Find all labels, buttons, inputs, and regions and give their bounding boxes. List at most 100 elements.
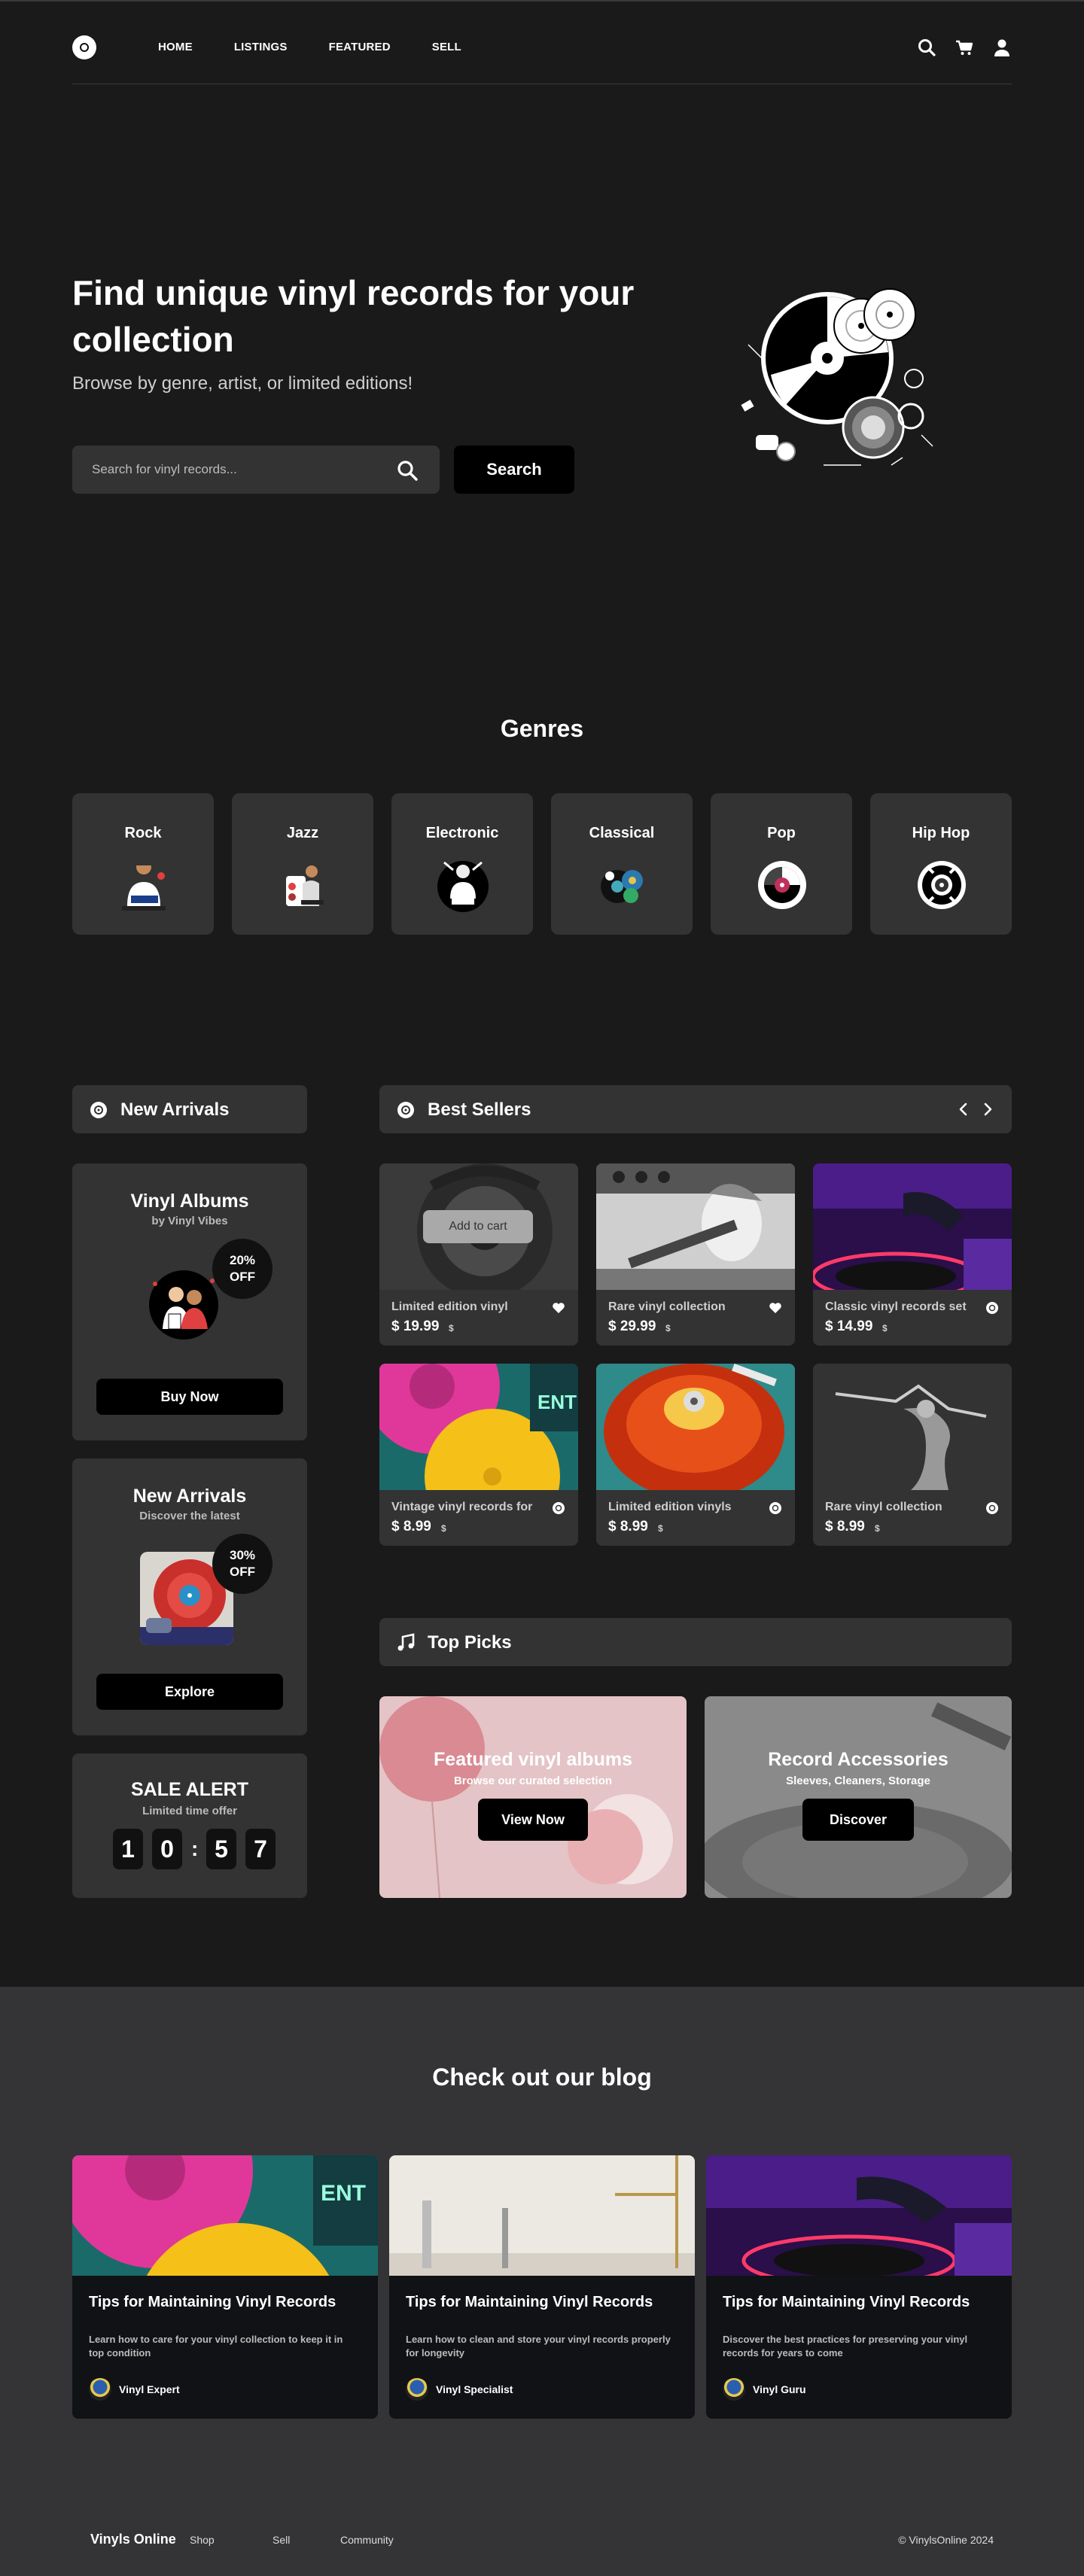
disc-icon[interactable] [985, 1501, 1000, 1516]
product-name: Classic vinyl records set [825, 1300, 967, 1313]
disc-icon[interactable] [768, 1501, 783, 1516]
sale-title: SALE ALERT [130, 1779, 249, 1800]
disc-icon[interactable] [551, 1501, 566, 1516]
blog-author: Vinyl Guru [723, 2378, 806, 2401]
discount-off: OFF [230, 1270, 255, 1284]
chevron-right-icon[interactable] [980, 1100, 995, 1118]
top-border [0, 0, 1084, 2]
search-input[interactable] [72, 446, 440, 494]
genre-card-jazz[interactable]: Jazz [232, 793, 373, 935]
svg-text:ENT: ENT [321, 2181, 366, 2206]
avatar [406, 2378, 428, 2401]
discover-button[interactable]: Discover [802, 1799, 914, 1841]
genre-card-rock[interactable]: Rock [72, 793, 214, 935]
avatar [89, 2378, 111, 2401]
navbar: HOME LISTINGS FEATURED SELL [72, 30, 1012, 84]
best-sellers-header: Best Sellers [379, 1085, 1012, 1133]
promo-title: Vinyl Albums [130, 1191, 249, 1212]
blog-author: Vinyl Specialist [406, 2378, 513, 2401]
genre-card-electronic[interactable]: Electronic [391, 793, 533, 935]
search-icon[interactable] [917, 38, 936, 57]
product-grid: Add to cart Limited edition vinyl $ 19.9… [379, 1163, 1012, 1546]
blog-post-title: Tips for Maintaining Vinyl Records [723, 2294, 970, 2310]
disc-icon[interactable] [985, 1300, 1000, 1315]
timer-separator: : [191, 1837, 199, 1860]
nav-link-home[interactable]: HOME [158, 41, 193, 53]
sale-subtitle: Limited time offer [142, 1805, 237, 1817]
product-card[interactable]: Classic vinyl records set $ 14.99 $ [813, 1163, 1012, 1346]
product-currency: $ [665, 1323, 671, 1334]
blog-author: Vinyl Expert [89, 2378, 180, 2401]
promo-title: New Arrivals [132, 1486, 247, 1507]
product-image [596, 1163, 795, 1290]
blog-card[interactable]: Tips for Maintaining Vinyl Records Learn… [389, 2155, 695, 2419]
section-heading: Best Sellers [428, 1099, 531, 1120]
product-currency: $ [449, 1323, 454, 1334]
hero-title: Find unique vinyl records for your colle… [72, 273, 635, 359]
blog-image: ENT [72, 2155, 378, 2419]
product-price: $ 8.99 [825, 1519, 865, 1534]
buy-now-button[interactable]: Buy Now [96, 1379, 283, 1415]
view-now-button[interactable]: View Now [478, 1799, 588, 1841]
footer-brand: Vinyls Online [90, 2532, 176, 2547]
promo-subtitle: Discover the latest [139, 1510, 240, 1522]
section-heading: Top Picks [428, 1632, 512, 1653]
chevron-left-icon[interactable] [956, 1100, 971, 1118]
blog-card[interactable]: ENT Tips for Maintaining Vinyl Records L… [72, 2155, 378, 2419]
genre-name: Pop [767, 825, 796, 841]
logo-disc-icon[interactable] [72, 35, 96, 59]
product-currency: $ [882, 1323, 888, 1334]
product-name: Limited edition vinyl [391, 1300, 508, 1313]
product-image [813, 1163, 1012, 1301]
genre-card-hip-hop[interactable]: Hip Hop [870, 793, 1012, 935]
section-heading: New Arrivals [120, 1099, 230, 1120]
genre-card-classical[interactable]: Classical [551, 793, 693, 935]
cart-icon[interactable] [955, 38, 974, 57]
search-button[interactable]: Search [454, 446, 574, 494]
product-name: Rare vinyl collection [825, 1501, 942, 1513]
search-icon[interactable] [396, 459, 419, 482]
product-card[interactable]: Rare vinyl collection $ 29.99 $ [596, 1163, 795, 1346]
blog-post-description: Learn how to clean and store your vinyl … [406, 2334, 671, 2359]
pick-subtitle: Sleeves, Cleaners, Storage [786, 1775, 930, 1787]
blog-card[interactable]: Tips for Maintaining Vinyl Records Disco… [706, 2155, 1012, 2419]
explore-button[interactable]: Explore [96, 1674, 283, 1710]
timer-digit: 0 [152, 1829, 182, 1869]
avatar [723, 2378, 745, 2401]
blog-post-title: Tips for Maintaining Vinyl Records [89, 2294, 336, 2310]
heart-icon[interactable] [551, 1300, 566, 1315]
product-price: $ 14.99 [825, 1318, 873, 1334]
genre-card-pop[interactable]: Pop [711, 793, 852, 935]
footer-link-sell[interactable]: Sell [273, 2534, 290, 2546]
new-arrivals-promo: New Arrivals Discover the latest 30% OFF … [72, 1458, 307, 1735]
vinyl-illustration [741, 284, 944, 473]
discount-percent: 20% [229, 1253, 256, 1267]
product-card[interactable]: Limited edition vinyls $ 8.99 $ [596, 1364, 795, 1546]
pick-title: Featured vinyl albums [434, 1749, 632, 1770]
product-card[interactable]: ENT Vintage vinyl records for $ 8.99 $ [379, 1364, 578, 1546]
product-card[interactable]: Add to cart Limited edition vinyl $ 19.9… [379, 1163, 578, 1346]
product-currency: $ [875, 1523, 880, 1534]
dj-icon [435, 853, 491, 914]
nav-link-featured[interactable]: FEATURED [329, 41, 391, 53]
user-icon[interactable] [992, 38, 1012, 57]
footer-link-community[interactable]: Community [340, 2534, 394, 2546]
footer-link-shop[interactable]: Shop [190, 2534, 215, 2546]
music-note-icon [396, 1633, 416, 1653]
author-name: Vinyl Guru [753, 2383, 806, 2395]
balloons-background [379, 1696, 687, 1898]
timer-digit: 7 [245, 1829, 276, 1869]
featured-albums-card[interactable]: Featured vinyl albums Browse our curated… [379, 1696, 687, 1898]
jazz-player-icon [276, 853, 331, 914]
product-card[interactable]: Rare vinyl collection $ 8.99 $ [813, 1364, 1012, 1546]
record-accessories-card[interactable]: Record Accessories Sleeves, Cleaners, St… [705, 1696, 1012, 1898]
product-currency: $ [441, 1523, 446, 1534]
nav-link-sell[interactable]: SELL [432, 41, 461, 53]
vinyl-albums-promo: Vinyl Albums by Vinyl Vibes 20% OFF Buy N… [72, 1163, 307, 1440]
add-to-cart-button[interactable]: Add to cart [423, 1210, 533, 1243]
blog-post-description: Discover the best practices for preservi… [723, 2334, 968, 2359]
heart-icon[interactable] [768, 1300, 783, 1315]
blog-image [389, 2155, 695, 2276]
promo-subtitle: by Vinyl Vibes [151, 1215, 228, 1227]
nav-link-listings[interactable]: LISTINGS [234, 41, 288, 53]
